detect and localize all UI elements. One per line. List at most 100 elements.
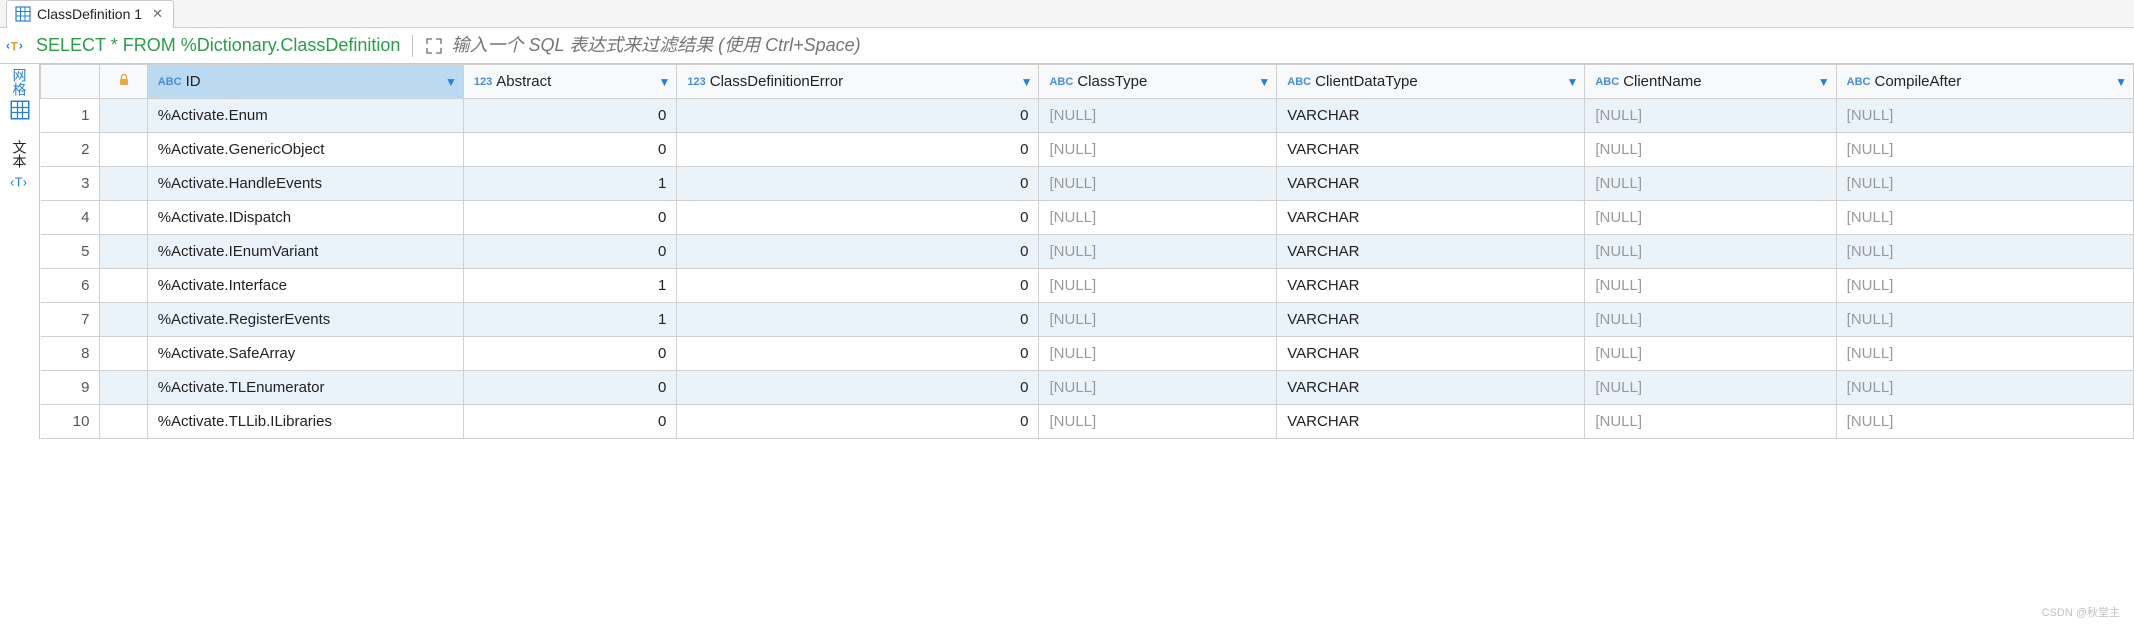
cell-ClientName[interactable]: [NULL] [1585,133,1836,167]
cell-ClassType[interactable]: [NULL] [1039,303,1277,337]
cell-ClientName[interactable]: [NULL] [1585,201,1836,235]
cell-ID[interactable]: %Activate.SafeArray [147,337,463,371]
row-number[interactable]: 2 [41,133,100,167]
cell-ClassType[interactable]: [NULL] [1039,201,1277,235]
cell-Abstract[interactable]: 0 [463,337,676,371]
cell-ClientDataType[interactable]: VARCHAR [1277,133,1585,167]
cell-ClientName[interactable]: [NULL] [1585,99,1836,133]
cell-CompileAfter[interactable]: [NULL] [1836,133,2133,167]
cell-ClientName[interactable]: [NULL] [1585,371,1836,405]
cell-ID[interactable]: %Activate.HandleEvents [147,167,463,201]
cell-Abstract[interactable]: 0 [463,371,676,405]
cell-Abstract[interactable]: 1 [463,269,676,303]
row-number[interactable]: 6 [41,269,100,303]
cell-ID[interactable]: %Activate.RegisterEvents [147,303,463,337]
cell-ClassDefinitionError[interactable]: 0 [677,167,1039,201]
col-header-ClassType[interactable]: ABC ClassType▼ [1039,65,1277,99]
table-row[interactable]: 10%Activate.TLLib.ILibraries00[NULL]VARC… [41,405,2134,439]
side-tab-text[interactable]: 文本 ‹T› [10,140,30,192]
filter-input[interactable] [451,35,2134,56]
col-header-Abstract[interactable]: 123 Abstract▼ [463,65,676,99]
cell-CompileAfter[interactable]: [NULL] [1836,405,2133,439]
sort-icon[interactable]: ▼ [1258,75,1270,89]
tab-classdefinition[interactable]: ClassDefinition 1 ✕ [6,0,174,28]
cell-ID[interactable]: %Activate.TLEnumerator [147,371,463,405]
cell-CompileAfter[interactable]: [NULL] [1836,269,2133,303]
cell-ClientDataType[interactable]: VARCHAR [1277,303,1585,337]
cell-ClientName[interactable]: [NULL] [1585,337,1836,371]
cell-ID[interactable]: %Activate.GenericObject [147,133,463,167]
cell-ClientDataType[interactable]: VARCHAR [1277,371,1585,405]
col-header-ClassDefinitionError[interactable]: 123 ClassDefinitionError▼ [677,65,1039,99]
cell-ClassDefinitionError[interactable]: 0 [677,371,1039,405]
cell-ClassDefinitionError[interactable]: 0 [677,337,1039,371]
cell-ClassType[interactable]: [NULL] [1039,337,1277,371]
sort-icon[interactable]: ▼ [2115,75,2127,89]
cell-CompileAfter[interactable]: [NULL] [1836,167,2133,201]
cell-ClientName[interactable]: [NULL] [1585,235,1836,269]
cell-ClientDataType[interactable]: VARCHAR [1277,201,1585,235]
cell-Abstract[interactable]: 0 [463,405,676,439]
cell-ClientName[interactable]: [NULL] [1585,303,1836,337]
table-row[interactable]: 4%Activate.IDispatch00[NULL]VARCHAR[NULL… [41,201,2134,235]
rownum-header[interactable] [41,65,100,99]
cell-ID[interactable]: %Activate.IDispatch [147,201,463,235]
table-row[interactable]: 1%Activate.Enum00[NULL]VARCHAR[NULL][NUL… [41,99,2134,133]
sort-icon[interactable]: ▼ [1021,75,1033,89]
cell-ClientDataType[interactable]: VARCHAR [1277,269,1585,303]
sort-icon[interactable]: ▼ [658,75,670,89]
col-header-ID[interactable]: ABC ID▼ [147,65,463,99]
cell-ClientName[interactable]: [NULL] [1585,405,1836,439]
table-row[interactable]: 8%Activate.SafeArray00[NULL]VARCHAR[NULL… [41,337,2134,371]
cell-ClientDataType[interactable]: VARCHAR [1277,99,1585,133]
table-row[interactable]: 3%Activate.HandleEvents10[NULL]VARCHAR[N… [41,167,2134,201]
cell-Abstract[interactable]: 0 [463,133,676,167]
lock-header[interactable] [100,65,147,99]
cell-ClassDefinitionError[interactable]: 0 [677,133,1039,167]
row-number[interactable]: 3 [41,167,100,201]
cell-ID[interactable]: %Activate.TLLib.ILibraries [147,405,463,439]
cell-Abstract[interactable]: 0 [463,201,676,235]
cell-ClassDefinitionError[interactable]: 0 [677,269,1039,303]
cell-ClassDefinitionError[interactable]: 0 [677,235,1039,269]
table-row[interactable]: 6%Activate.Interface10[NULL]VARCHAR[NULL… [41,269,2134,303]
cell-CompileAfter[interactable]: [NULL] [1836,371,2133,405]
expand-icon[interactable] [425,37,443,55]
cell-ClientName[interactable]: [NULL] [1585,269,1836,303]
row-number[interactable]: 5 [41,235,100,269]
cell-ClassType[interactable]: [NULL] [1039,371,1277,405]
cell-Abstract[interactable]: 0 [463,99,676,133]
row-number[interactable]: 10 [41,405,100,439]
cell-Abstract[interactable]: 1 [463,303,676,337]
col-header-ClientName[interactable]: ABC ClientName▼ [1585,65,1836,99]
row-number[interactable]: 4 [41,201,100,235]
cell-ClassType[interactable]: [NULL] [1039,235,1277,269]
cell-CompileAfter[interactable]: [NULL] [1836,235,2133,269]
cell-ClassDefinitionError[interactable]: 0 [677,201,1039,235]
cell-ClientDataType[interactable]: VARCHAR [1277,337,1585,371]
close-icon[interactable]: ✕ [152,6,163,22]
sort-icon[interactable]: ▼ [445,75,457,89]
cell-ID[interactable]: %Activate.IEnumVariant [147,235,463,269]
cell-ClientDataType[interactable]: VARCHAR [1277,405,1585,439]
cell-ClassType[interactable]: [NULL] [1039,167,1277,201]
cell-ClassType[interactable]: [NULL] [1039,99,1277,133]
row-number[interactable]: 1 [41,99,100,133]
table-row[interactable]: 2%Activate.GenericObject00[NULL]VARCHAR[… [41,133,2134,167]
cell-ClientDataType[interactable]: VARCHAR [1277,235,1585,269]
table-row[interactable]: 7%Activate.RegisterEvents10[NULL]VARCHAR… [41,303,2134,337]
sort-icon[interactable]: ▼ [1566,75,1578,89]
cell-ClassDefinitionError[interactable]: 0 [677,303,1039,337]
cell-Abstract[interactable]: 0 [463,235,676,269]
cell-ID[interactable]: %Activate.Interface [147,269,463,303]
cell-CompileAfter[interactable]: [NULL] [1836,201,2133,235]
side-tab-grid[interactable]: 网格 [10,68,30,120]
cell-ClassType[interactable]: [NULL] [1039,269,1277,303]
cell-ClassDefinitionError[interactable]: 0 [677,405,1039,439]
cell-ClientDataType[interactable]: VARCHAR [1277,167,1585,201]
cell-Abstract[interactable]: 1 [463,167,676,201]
table-row[interactable]: 5%Activate.IEnumVariant00[NULL]VARCHAR[N… [41,235,2134,269]
col-header-CompileAfter[interactable]: ABC CompileAfter▼ [1836,65,2133,99]
cell-ClassType[interactable]: [NULL] [1039,405,1277,439]
cell-CompileAfter[interactable]: [NULL] [1836,303,2133,337]
